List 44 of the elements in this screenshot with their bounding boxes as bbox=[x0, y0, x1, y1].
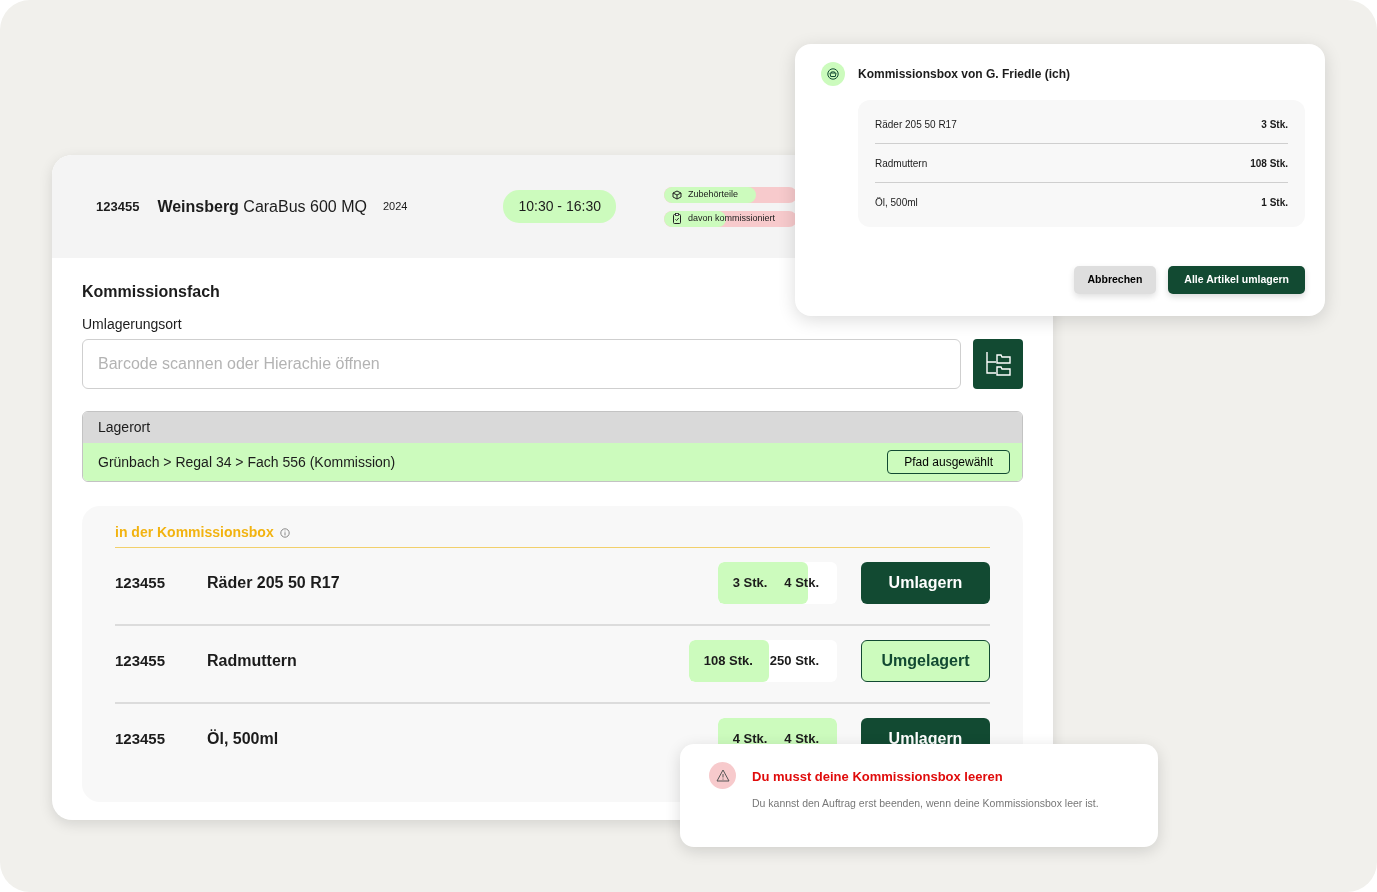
warning-icon bbox=[715, 769, 730, 782]
relocated-button[interactable]: Umgelagert bbox=[861, 640, 990, 682]
item-quantity: 108 Stk. bbox=[1250, 156, 1288, 171]
picked-quantity: 3 Stk. bbox=[731, 574, 769, 593]
time-range: 10:30 - 16:30 bbox=[503, 190, 616, 223]
item-name: Radmuttern bbox=[207, 651, 298, 671]
toast-message: Du kannst den Auftrag erst beenden, wenn deine Kommissionsbox leer ist. bbox=[752, 795, 1099, 810]
picked-quantity: 108 Stk. bbox=[702, 652, 754, 671]
progress-label: davon kommissioniert bbox=[687, 211, 775, 225]
section-title: Kommissionsfach bbox=[82, 282, 221, 302]
picked-quantity: 4 Stk. bbox=[731, 730, 769, 749]
total-quantity: 4 Stk. bbox=[783, 730, 820, 749]
item-number: 123455 bbox=[115, 651, 167, 671]
input-field[interactable]: Barcode scannen oder Hierachie öffnen bbox=[82, 339, 961, 389]
relocate-button[interactable]: Umlagern bbox=[861, 562, 990, 604]
vehicle-title: Weinsberg CaraBus 600 MQ bbox=[157, 196, 367, 217]
path-selected-button[interactable]: Pfad ausgewählt bbox=[887, 450, 1010, 474]
location-path: Grünbach > Regal 34 > Fach 556 (Kommission) bbox=[98, 452, 396, 472]
total-quantity: 250 Stk. bbox=[768, 652, 820, 671]
item-number: 123455 bbox=[115, 729, 167, 749]
item-name: Räder 205 50 R17 bbox=[875, 117, 957, 132]
list-title: in der Kommissionsbox bbox=[115, 523, 274, 542]
item-name: Öl, 500ml bbox=[207, 728, 280, 749]
field-label: Umlagerungsort bbox=[82, 315, 183, 334]
item-number: 123455 bbox=[115, 573, 167, 593]
item-name: Öl, 500ml bbox=[875, 196, 918, 210]
location-header: Lagerort bbox=[83, 412, 1022, 443]
cancel-button[interactable]: Abbrechen bbox=[1073, 266, 1157, 294]
dialog-title: Kommissionsbox von G. Friedle (ich) bbox=[858, 66, 1071, 83]
folder-tree-icon bbox=[984, 350, 1012, 378]
hierarchy-button[interactable] bbox=[973, 339, 1023, 389]
total-quantity: 4 Stk. bbox=[783, 574, 820, 593]
toast-title: Du musst deine Kommissionsbox leeren bbox=[752, 768, 1004, 786]
item-quantity: 3 Stk. bbox=[1261, 117, 1288, 132]
basket-icon bbox=[827, 68, 839, 80]
item-quantity: 1 Stk. bbox=[1261, 196, 1288, 210]
item-name: Radmuttern bbox=[875, 156, 928, 171]
progress-label: Zubehörteile bbox=[687, 187, 738, 201]
item-name: Räder 205 50 R17 bbox=[207, 573, 341, 593]
vehicle-year: 2024 bbox=[382, 199, 408, 215]
order-number: 123455 bbox=[96, 197, 140, 216]
clipboard-icon bbox=[671, 213, 682, 224]
confirm-button[interactable]: Alle Artikel umlagern bbox=[1168, 266, 1305, 294]
box-icon bbox=[671, 189, 682, 200]
